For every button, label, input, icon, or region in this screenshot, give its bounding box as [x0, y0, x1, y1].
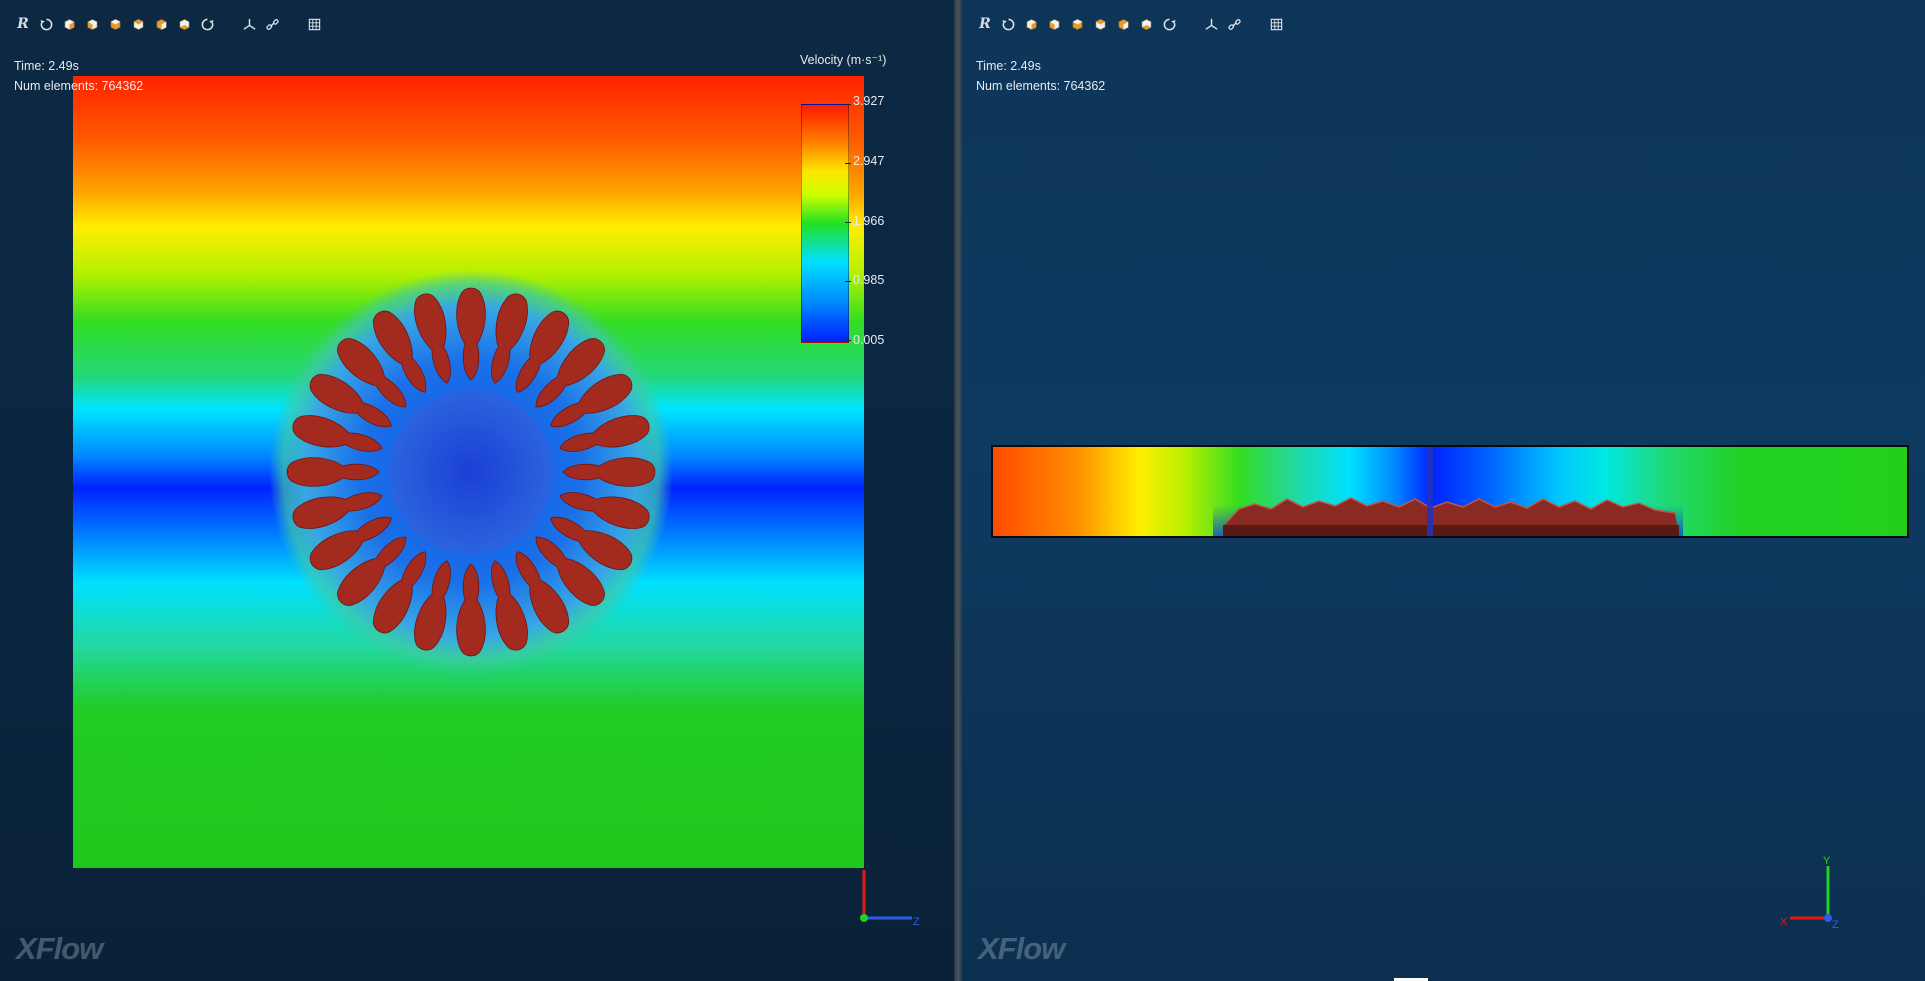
rotate-cw-icon[interactable]: [198, 15, 216, 33]
velocity-field-top-view[interactable]: [73, 76, 864, 868]
view-cube-bottom-icon[interactable]: [1137, 15, 1155, 33]
simulation-info: Time: 2.49s Num elements: 764362: [14, 56, 143, 96]
velocity-field-canvas: [73, 76, 864, 868]
viewport-toolbar: R: [14, 14, 323, 34]
axis-z-label: Z: [1832, 919, 1839, 931]
time-label: Time: 2.49s: [14, 59, 79, 73]
xflow-logo: XFlow: [16, 931, 103, 966]
simulation-info: Time: 2.49s Num elements: 764362: [976, 56, 1105, 96]
viewport-toolbar: R: [976, 14, 1285, 34]
axis-y-label: Y: [1823, 855, 1831, 867]
legend-label: 1.966: [853, 214, 885, 228]
color-legend-bar: [801, 104, 849, 343]
view-cube-top-icon[interactable]: [152, 15, 170, 33]
view-cube-front-icon[interactable]: [60, 15, 78, 33]
time-label: Time: 2.49s: [976, 59, 1041, 73]
legend-tick: [845, 340, 851, 341]
legend-tick: [845, 281, 851, 282]
view-cube-right-icon[interactable]: [1091, 15, 1109, 33]
view-cube-bottom-icon[interactable]: [175, 15, 193, 33]
rotate-ccw-icon[interactable]: [37, 15, 55, 33]
legend-tick: [845, 163, 851, 164]
num-elements-label: Num elements: 764362: [14, 79, 144, 93]
reset-view-button[interactable]: R: [976, 15, 994, 33]
center-shaft: [1427, 447, 1433, 536]
velocity-field-side-view[interactable]: [991, 445, 1909, 538]
view-cube-right-icon[interactable]: [129, 15, 147, 33]
grid-icon[interactable]: [1267, 15, 1285, 33]
reset-view-button[interactable]: R: [14, 15, 32, 33]
legend-title: Velocity (m·s⁻¹): [800, 53, 887, 67]
particle-bed-base: [1223, 525, 1679, 536]
legend-tick: [845, 104, 851, 105]
side-field-canvas: [993, 447, 1907, 536]
xflow-logo: XFlow: [978, 931, 1065, 966]
grid-icon[interactable]: [305, 15, 323, 33]
view-cube-back-icon[interactable]: [1045, 15, 1063, 33]
viewport-side-view[interactable]: R Time: 2.49s Num elements: 764362 Y X Z…: [962, 0, 1925, 981]
view-cube-left-icon[interactable]: [106, 15, 124, 33]
axis-triad: Y X Z: [1768, 852, 1848, 932]
view-cube-left-icon[interactable]: [1068, 15, 1086, 33]
viewport-splitter[interactable]: [954, 0, 962, 981]
legend-label: 0.985: [853, 273, 885, 287]
view-cube-front-icon[interactable]: [1022, 15, 1040, 33]
axis-x-label: X: [1780, 916, 1788, 928]
axis-triad-icon[interactable]: [240, 15, 258, 33]
rotate-cw-icon[interactable]: [1160, 15, 1178, 33]
legend-label-min: 0.005: [853, 333, 885, 347]
axis-z-label: Z: [913, 916, 920, 928]
link-icon[interactable]: [1225, 15, 1243, 33]
axis-triad: Z: [850, 866, 922, 936]
axis-triad-icon[interactable]: [1202, 15, 1220, 33]
rotate-ccw-icon[interactable]: [999, 15, 1017, 33]
xflow-app: R Velocity (m·s⁻¹) 3.927 2.947 1.966 0.9…: [0, 0, 1925, 981]
num-elements-label: Num elements: 764362: [976, 79, 1106, 93]
view-cube-top-icon[interactable]: [1114, 15, 1132, 33]
link-icon[interactable]: [263, 15, 281, 33]
legend-tick: [845, 222, 851, 223]
viewport-top-view[interactable]: R Velocity (m·s⁻¹) 3.927 2.947 1.966 0.9…: [0, 0, 954, 981]
inner-core-region: [389, 390, 553, 554]
legend-label-max: 3.927: [853, 94, 885, 108]
legend-label: 2.947: [853, 154, 885, 168]
view-cube-back-icon[interactable]: [83, 15, 101, 33]
